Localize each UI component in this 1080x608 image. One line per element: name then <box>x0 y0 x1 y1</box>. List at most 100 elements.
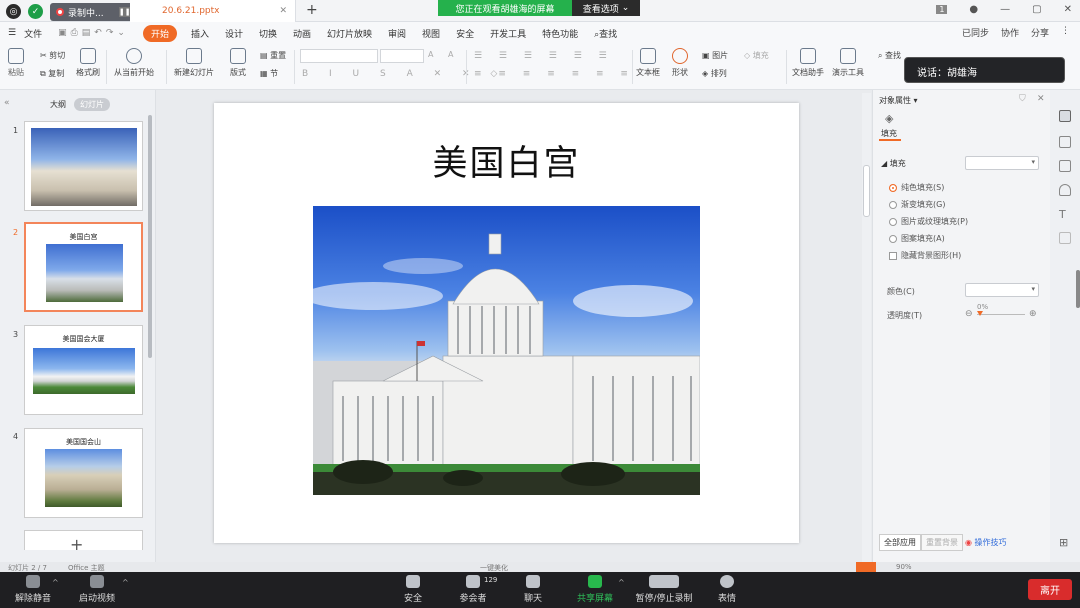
cut-button[interactable]: ✂ 剪切 <box>40 50 65 61</box>
close-tab-icon[interactable]: ✕ <box>279 6 287 16</box>
new-tab-icon[interactable]: + <box>306 2 318 18</box>
avatar[interactable]: ● <box>969 4 978 15</box>
align-icons[interactable]: ≡ ≡ ≡ ≡ ≡ ≡ ≡ <box>474 69 635 79</box>
quick-access-toolbar[interactable]: ▣⎙▤↶↷⌄ <box>50 28 137 38</box>
hide-background-checkbox[interactable]: 隐藏背景图形(H) <box>889 250 961 261</box>
sync-button[interactable]: 已同步 <box>962 26 989 39</box>
add-slide-button[interactable]: + <box>70 535 83 554</box>
slide-thumbnail[interactable]: 美国国会山 <box>24 428 143 518</box>
chat-button[interactable]: 聊天 <box>506 574 560 604</box>
page-badge[interactable]: 1 <box>936 5 948 14</box>
pin-icon[interactable] <box>1059 136 1071 148</box>
tab-insert[interactable]: 插入 <box>183 27 217 40</box>
section-button[interactable]: ▦ 节 <box>260 68 278 79</box>
copy-icon[interactable] <box>1059 160 1071 172</box>
close-window-icon[interactable]: ✕ <box>1064 4 1072 15</box>
app-icon[interactable]: ◎ <box>6 4 21 19</box>
tab-slideshow[interactable]: 幻灯片放映 <box>319 27 380 40</box>
radio-picture-fill[interactable]: 图片或纹理填充(P) <box>889 216 968 227</box>
collaborate-button[interactable]: 协作 <box>1001 26 1019 39</box>
canvas-scrollbar[interactable] <box>862 93 871 562</box>
tab-design[interactable]: 设计 <box>217 27 251 40</box>
play-slideshow-button[interactable] <box>856 562 876 572</box>
slide-thumbnail[interactable] <box>24 121 143 211</box>
share-screen-button[interactable]: 共享屏幕 <box>568 574 622 604</box>
format-painter-button[interactable]: 格式刷 <box>76 48 100 78</box>
transparency-slider[interactable] <box>977 314 1025 315</box>
chevron-up-icon[interactable]: ^ <box>52 578 59 587</box>
more-icon[interactable]: ⋮ <box>1061 26 1070 39</box>
tips-link[interactable]: ◉ 操作技巧 <box>965 537 1007 548</box>
scrollbar-thumb[interactable] <box>863 165 870 217</box>
menu-icon[interactable]: ☰ <box>0 28 24 38</box>
tab-animation[interactable]: 动画 <box>285 27 319 40</box>
file-menu[interactable]: 文件 <box>24 27 50 40</box>
slide-canvas[interactable]: 美国白宫 <box>214 103 799 543</box>
close-icon[interactable]: ✕ <box>1037 94 1045 104</box>
tab-developer[interactable]: 开发工具 <box>482 27 534 40</box>
start-video-button[interactable]: 启动视频 <box>70 574 124 604</box>
shield-icon[interactable]: ✓ <box>28 4 43 19</box>
shape-button[interactable]: 形状 <box>672 48 688 78</box>
scrollbar[interactable] <box>148 115 152 358</box>
participants-button[interactable]: 129 参会者 <box>446 574 500 604</box>
presenter-tools-button[interactable]: 演示工具 <box>832 48 864 78</box>
search-button[interactable]: ⌕查找 <box>586 27 625 40</box>
fill-button[interactable]: ◇ 填充 <box>744 50 769 61</box>
pause-stop-recording-button[interactable]: 暂停/停止录制 <box>632 574 696 604</box>
tab-outline[interactable]: 大纲 <box>50 99 66 110</box>
slide-thumbnail[interactable]: 美国白宫 <box>24 222 143 312</box>
document-tab[interactable]: 20.6.21.pptx ✕ <box>130 0 296 22</box>
tab-features[interactable]: 特色功能 <box>534 27 586 40</box>
grid-icon[interactable]: ⊞ <box>1059 536 1071 549</box>
zoom-level[interactable]: 90% <box>896 563 912 571</box>
radio-gradient-fill[interactable]: 渐变填充(G) <box>889 199 945 210</box>
textbox-button[interactable]: 文本框 <box>636 48 660 78</box>
font-size-step-icon[interactable]: A A <box>428 50 460 59</box>
color-select[interactable]: ▾ <box>965 283 1039 297</box>
leave-meeting-button[interactable]: 离开 <box>1028 579 1072 600</box>
tab-slides[interactable]: 幻灯片 <box>74 98 110 111</box>
new-slide-button[interactable]: 新建幻灯片 <box>174 48 214 78</box>
lock-icon[interactable]: ⛉ <box>1019 94 1026 104</box>
minus-icon[interactable]: ⊖ <box>965 309 973 319</box>
find-button[interactable]: ⌕ 查找 <box>878 50 901 61</box>
security-button[interactable]: 安全 <box>386 574 440 604</box>
copy-button[interactable]: ⧉ 复制 <box>40 68 64 79</box>
slide-title[interactable]: 美国白宫 <box>214 135 799 186</box>
paste-button[interactable]: 粘贴 <box>8 48 24 78</box>
font-family-select[interactable] <box>300 49 378 63</box>
cube-icon[interactable] <box>1059 232 1071 244</box>
tab-view[interactable]: 视图 <box>414 27 448 40</box>
tab-security[interactable]: 安全 <box>448 27 482 40</box>
play-from-current-button[interactable]: 从当前开始 <box>114 48 154 78</box>
text-icon[interactable]: T <box>1059 208 1071 221</box>
view-options-button[interactable]: 查看选项 ⌄ <box>572 0 640 16</box>
chevron-up-icon[interactable]: ^ <box>122 578 129 587</box>
picture-button[interactable]: ▣ 图片 <box>702 50 728 61</box>
paragraph-icons[interactable]: ☰ ☰ ☰ ☰ ☰ ☰ <box>474 51 614 61</box>
minimize-icon[interactable]: — <box>1000 4 1010 15</box>
arrange-button[interactable]: ◈ 排列 <box>702 68 727 79</box>
reactions-button[interactable]: 表情 <box>700 574 754 604</box>
pause-recording-icon[interactable]: ❚❚ <box>118 7 131 17</box>
tab-transitions[interactable]: 切换 <box>251 27 285 40</box>
tab-fill[interactable]: 填充 <box>881 128 897 139</box>
slide-picture[interactable] <box>313 206 700 495</box>
plus-icon[interactable]: ⊕ <box>1029 309 1037 319</box>
tab-review[interactable]: 审阅 <box>380 27 414 40</box>
reset-button[interactable]: ▤ 重置 <box>260 50 286 61</box>
fill-icon[interactable] <box>1059 184 1071 196</box>
slider-handle[interactable] <box>977 311 983 316</box>
slide-thumbnail[interactable] <box>24 530 143 550</box>
font-size-select[interactable] <box>380 49 424 63</box>
chevron-up-icon[interactable]: ^ <box>618 578 625 587</box>
apply-all-button[interactable]: 全部应用 <box>879 534 921 551</box>
radio-pattern-fill[interactable]: 图案填充(A) <box>889 233 945 244</box>
slide-thumbnail[interactable]: 美国国会大厦 <box>24 325 143 415</box>
layout-button[interactable]: 版式 <box>230 48 246 78</box>
fill-section-header[interactable]: ◢ 填充 <box>881 158 906 169</box>
maximize-icon[interactable]: ▢ <box>1032 4 1041 15</box>
share-button[interactable]: 分享 <box>1031 26 1049 39</box>
tab-start[interactable]: 开始 <box>142 24 177 42</box>
